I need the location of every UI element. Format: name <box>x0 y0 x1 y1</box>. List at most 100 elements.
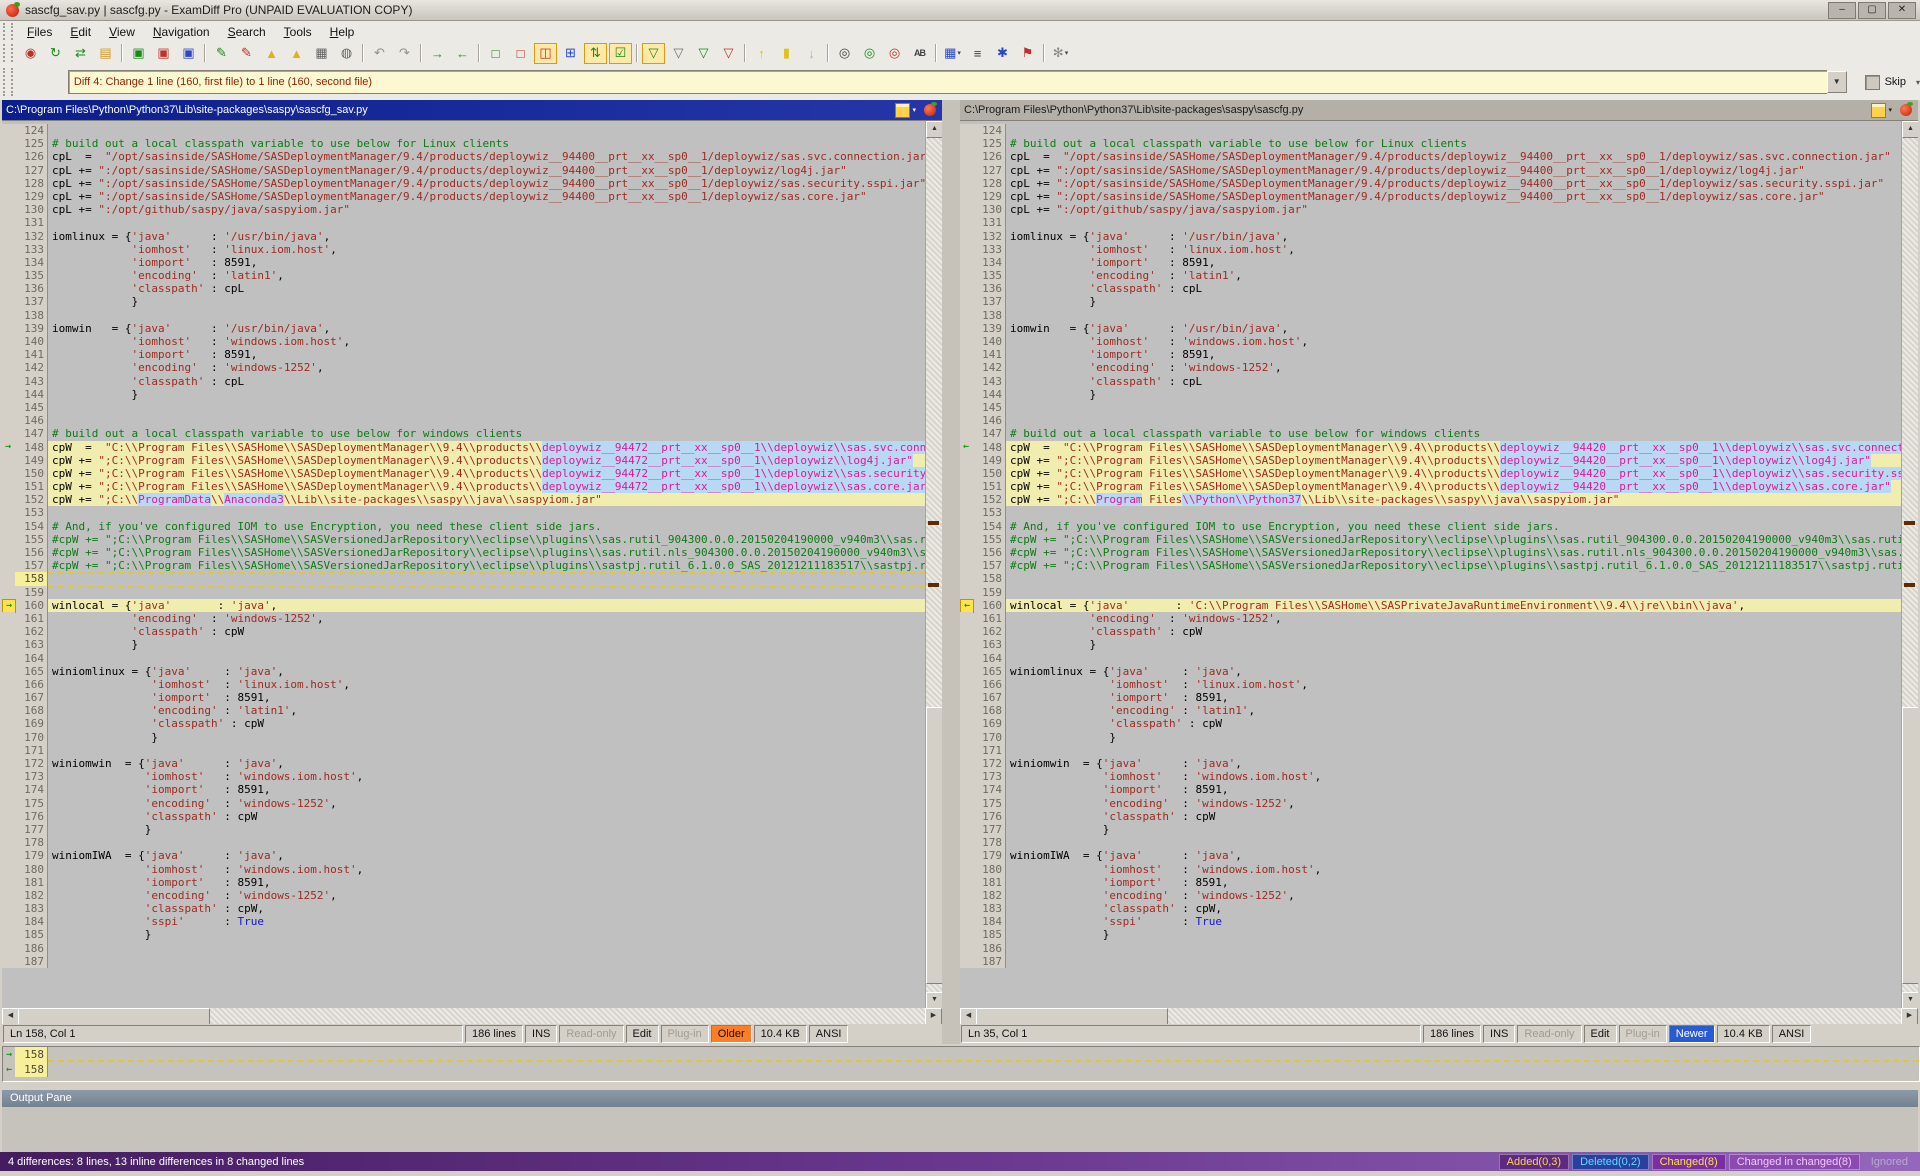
maximize-button[interactable]: ▢ <box>1858 2 1886 19</box>
current-diff-combo[interactable]: Diff 4: Change 1 line (160, first file) … <box>68 70 1827 94</box>
code-line[interactable]: 158 <box>960 572 1902 585</box>
diff-combo-dropdown-icon[interactable]: ▼ <box>1827 71 1847 93</box>
filter-deleted-icon[interactable]: ▽ <box>717 43 740 64</box>
code-line[interactable]: →160winlocal = {'java' : 'java', <box>2 599 926 612</box>
code-line[interactable]: 129cpL += ":/opt/sasinside/SASHome/SASDe… <box>960 190 1902 203</box>
code-line[interactable]: 158 <box>2 572 926 585</box>
code-line[interactable]: 170 } <box>2 731 926 744</box>
code-line[interactable]: 171 <box>2 744 926 757</box>
code-line[interactable]: 138 <box>2 309 926 322</box>
code-line[interactable]: 179winiomIWA = {'java' : 'java', <box>960 849 1902 862</box>
code-line[interactable]: 166 'iomhost' : 'linux.iom.host', <box>960 678 1902 691</box>
code-line[interactable]: 169 'classpath' : cpW <box>960 717 1902 730</box>
path-dropdown-icon[interactable]: ▾ <box>1888 106 1892 114</box>
code-line[interactable]: 181 'iomport' : 8591, <box>2 876 926 889</box>
code-line[interactable]: 155#cpW += ";C:\\Program Files\\SASHome\… <box>960 533 1902 546</box>
code-line[interactable]: 138 <box>960 309 1902 322</box>
copy-block-to-second-icon[interactable]: ▲ <box>260 43 283 64</box>
code-line[interactable]: 173 'iomhost' : 'windows.iom.host', <box>960 770 1902 783</box>
code-line[interactable]: 163 } <box>2 638 926 651</box>
code-line[interactable]: 124 <box>960 124 1902 137</box>
save-second-file-icon[interactable]: ▣ <box>152 43 175 64</box>
code-line[interactable]: 156#cpW += ";C:\\Program Files\\SASHome\… <box>960 546 1902 559</box>
code-line[interactable]: 166 'iomhost' : 'linux.iom.host', <box>2 678 926 691</box>
code-line[interactable]: 137 } <box>2 295 926 308</box>
edit-first-file-icon[interactable]: ✎ <box>210 43 233 64</box>
swap-panes-icon[interactable]: ⇄ <box>69 43 92 64</box>
code-line[interactable]: 175 'encoding' : 'windows-1252', <box>2 797 926 810</box>
code-line[interactable]: 161 'encoding' : 'windows-1252', <box>960 612 1902 625</box>
code-line[interactable]: 145 <box>2 401 926 414</box>
code-line[interactable]: 135 'encoding' : 'latin1', <box>960 269 1902 282</box>
code-line[interactable]: 130cpL += ":/opt/github/saspy/java/saspy… <box>2 203 926 216</box>
code-line[interactable]: 173 'iomhost' : 'windows.iom.host', <box>2 770 926 783</box>
plugins-icon[interactable]: ✱ <box>991 43 1014 64</box>
code-line[interactable]: 187 <box>2 955 926 968</box>
code-line[interactable]: 185 } <box>2 928 926 941</box>
second-file-vertical-scrollbar[interactable]: ▲ ▼ <box>1901 121 1918 1009</box>
code-line[interactable]: 175 'encoding' : 'windows-1252', <box>960 797 1902 810</box>
next-block-icon[interactable]: ↓ <box>800 43 823 64</box>
code-line[interactable]: 150cpW += ";C:\\Program Files\\SASHome\\… <box>960 467 1902 480</box>
line-style-icon[interactable]: ≡ <box>966 43 989 64</box>
menu-grip[interactable] <box>3 23 13 40</box>
undo-icon[interactable]: ↶ <box>368 43 391 64</box>
filter-added-icon[interactable]: ▽ <box>692 43 715 64</box>
code-line[interactable]: 154# And, if you've configured IOM to us… <box>960 520 1902 533</box>
code-line[interactable]: 183 'classpath' : cpW, <box>2 902 926 915</box>
find-previous-icon[interactable]: ◎ <box>883 43 906 64</box>
code-line[interactable]: 184 'sspi' : True <box>2 915 926 928</box>
next-difference-icon[interactable]: → <box>426 43 449 64</box>
diffbar-grip[interactable] <box>3 68 13 97</box>
code-line[interactable]: 132iomlinux = {'java' : '/usr/bin/java', <box>960 230 1902 243</box>
code-line[interactable]: 151cpW += ";C:\\Program Files\\SASHome\\… <box>960 480 1902 493</box>
code-line[interactable]: 153 <box>960 506 1902 519</box>
code-line[interactable]: 174 'iomport' : 8591, <box>2 783 926 796</box>
copy-path-icon[interactable] <box>1871 103 1886 118</box>
match-case-icon[interactable]: AB <box>908 43 931 64</box>
code-line[interactable]: 180 'iomhost' : 'windows.iom.host', <box>2 863 926 876</box>
code-line[interactable]: 162 'classpath' : cpW <box>2 625 926 638</box>
code-line[interactable]: 169 'classpath' : cpW <box>2 717 926 730</box>
code-line[interactable]: 134 'iomport' : 8591, <box>2 256 926 269</box>
code-line[interactable]: 130cpL += ":/opt/github/saspy/java/saspy… <box>960 203 1902 216</box>
code-line[interactable]: 133 'iomhost' : 'linux.iom.host', <box>960 243 1902 256</box>
copy-block-to-first-icon[interactable]: ▲ <box>285 43 308 64</box>
scroll-down-icon[interactable]: ▼ <box>1902 992 1918 1009</box>
code-line[interactable]: 134 'iomport' : 8591, <box>960 256 1902 269</box>
code-line[interactable]: 156#cpW += ";C:\\Program Files\\SASHome\… <box>2 546 926 559</box>
code-line[interactable]: 164 <box>2 652 926 665</box>
minimize-button[interactable]: – <box>1828 2 1856 19</box>
menu-item-edit[interactable]: Edit <box>61 22 100 42</box>
code-line[interactable]: 174 'iomport' : 8591, <box>960 783 1902 796</box>
open-files-icon[interactable]: ▤ <box>94 43 117 64</box>
find-next-icon[interactable]: ◎ <box>858 43 881 64</box>
code-line[interactable]: 159 <box>960 586 1902 599</box>
scroll-right-icon[interactable]: ▶ <box>925 1008 942 1025</box>
first-file-horizontal-scrollbar[interactable]: ◀ ▶ <box>2 1008 942 1024</box>
skip-checkbox[interactable] <box>1865 75 1880 90</box>
code-line[interactable]: 143 'classpath' : cpL <box>2 375 926 388</box>
first-file-vertical-scrollbar[interactable]: ▲ ▼ <box>925 121 942 1009</box>
second-file-horizontal-scrollbar[interactable]: ◀ ▶ <box>960 1008 1918 1024</box>
code-line[interactable]: 165winiomlinux = {'java' : 'java', <box>960 665 1902 678</box>
code-line[interactable]: 154# And, if you've configured IOM to us… <box>2 520 926 533</box>
code-line[interactable]: 142 'encoding' : 'windows-1252', <box>2 361 926 374</box>
scroll-up-icon[interactable]: ▲ <box>926 121 942 138</box>
code-line[interactable]: →148cpW = "C:\\Program Files\\SASHome\\S… <box>2 441 926 454</box>
code-line[interactable]: 172winiomwin = {'java' : 'java', <box>960 757 1902 770</box>
code-line[interactable]: 155#cpW += ";C:\\Program Files\\SASHome\… <box>2 533 926 546</box>
code-line[interactable]: 149cpW += ";C:\\Program Files\\SASHome\\… <box>2 454 926 467</box>
code-line[interactable]: 133 'iomhost' : 'linux.iom.host', <box>2 243 926 256</box>
code-line[interactable]: 164 <box>960 652 1902 665</box>
code-line[interactable]: 161 'encoding' : 'windows-1252', <box>2 612 926 625</box>
code-line[interactable]: 128cpL += ":/opt/sasinside/SASHome/SASDe… <box>2 177 926 190</box>
code-line[interactable]: 125# build out a local classpath variabl… <box>960 137 1902 150</box>
current-block-icon[interactable]: ▮ <box>775 43 798 64</box>
code-line[interactable]: 163 } <box>960 638 1902 651</box>
save-first-file-icon[interactable]: ▣ <box>127 43 150 64</box>
code-line[interactable]: 147# build out a local classpath variabl… <box>2 427 926 440</box>
scroll-up-icon[interactable]: ▲ <box>1902 121 1918 138</box>
code-line[interactable]: 187 <box>960 955 1902 968</box>
code-line[interactable]: 141 'iomport' : 8591, <box>2 348 926 361</box>
